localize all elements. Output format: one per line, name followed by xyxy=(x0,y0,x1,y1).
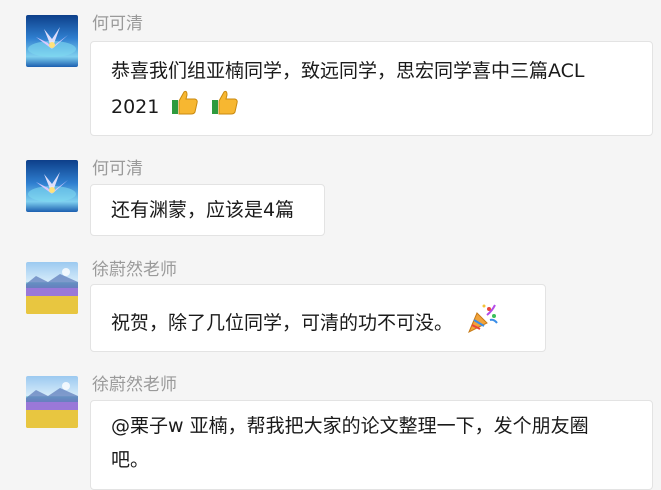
message-text: 还有渊蒙，应该是4篇 xyxy=(111,199,295,221)
sender-name: 何可清 xyxy=(92,159,143,179)
message-text: 2021 xyxy=(111,96,160,118)
sender-avatar[interactable] xyxy=(26,15,78,67)
flower-field-avatar-icon xyxy=(26,268,78,314)
party-popper-icon xyxy=(465,301,499,346)
thumbs-up-icon xyxy=(171,88,199,127)
flower-field-avatar-icon xyxy=(26,382,78,428)
message-bubble[interactable]: 还有渊蒙，应该是4篇 xyxy=(90,184,325,236)
message-text-line: 恭喜我们组亚楠同学，致远同学，思宏同学喜中三篇ACL xyxy=(111,60,585,82)
sender-name: 徐蔚然老师 xyxy=(92,260,177,280)
lily-flower-avatar-icon xyxy=(28,27,76,57)
message-text: 祝贺，除了几位同学，可清的功不可没。 xyxy=(111,312,454,334)
message-text-line: @栗子w 亚楠，帮我把大家的论文整理一下，发个朋友圈 xyxy=(111,415,589,437)
sender-avatar[interactable] xyxy=(26,376,78,428)
sender-avatar[interactable] xyxy=(26,262,78,314)
sender-avatar[interactable] xyxy=(26,160,78,212)
message-text-line-2: 吧。 xyxy=(111,449,150,471)
sender-name: 何可清 xyxy=(92,14,143,34)
thumbs-up-icon xyxy=(211,88,239,127)
sender-name: 徐蔚然老师 xyxy=(92,375,177,395)
lily-flower-avatar-icon xyxy=(28,172,76,202)
message-bubble[interactable]: @栗子w 亚楠，帮我把大家的论文整理一下，发个朋友圈 吧。 xyxy=(90,400,653,490)
message-bubble[interactable]: 祝贺，除了几位同学，可清的功不可没。 xyxy=(90,284,546,352)
message-text-line-2: 2021 xyxy=(111,88,632,127)
message-text-line: 祝贺，除了几位同学，可清的功不可没。 xyxy=(111,301,525,346)
message-bubble[interactable]: 恭喜我们组亚楠同学，致远同学，思宏同学喜中三篇ACL 2021 xyxy=(90,41,653,136)
